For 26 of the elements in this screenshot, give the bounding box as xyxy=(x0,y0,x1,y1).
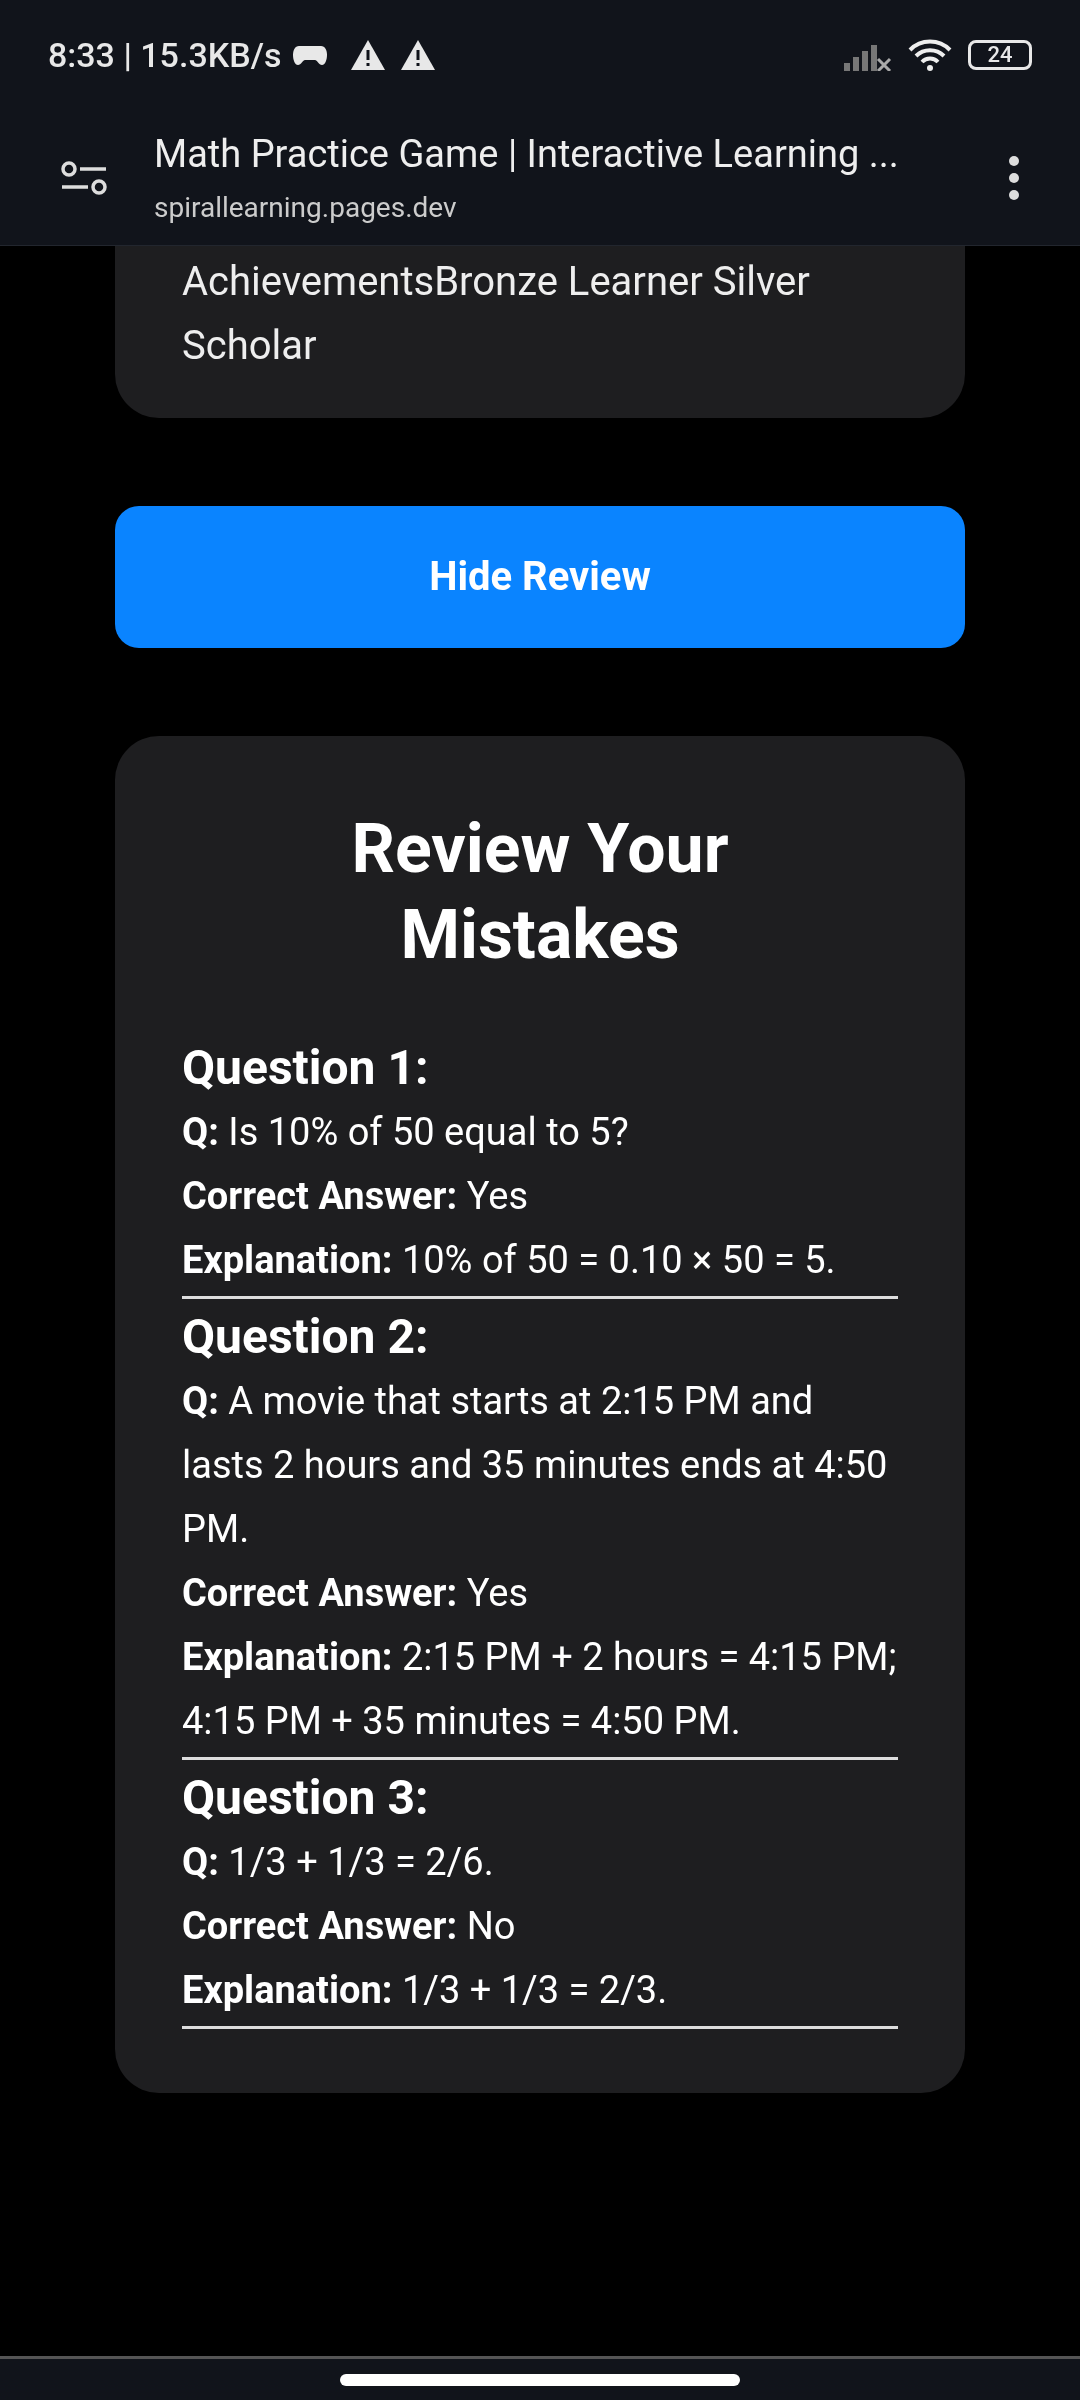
page-title: Math Practice Game | Interactive Learning ... xyxy=(154,131,900,178)
warning-icon xyxy=(351,40,386,70)
question-heading: Question 2: xyxy=(182,1307,430,1367)
correct-answer-text: Correct Answer: Yes xyxy=(182,1570,530,1617)
question-heading: Question 1: xyxy=(182,1038,430,1098)
question-heading: Question 3: xyxy=(182,1768,430,1828)
question-text: Q: A movie that starts at 2:15 PM and lasts 2 hours and 35 minutes ends at 4:50 PM. xyxy=(182,1378,889,1553)
question-text: Q: 1/3 + 1/3 = 2/6. xyxy=(182,1839,495,1886)
explanation-text: Explanation: 1/3 + 1/3 = 2/3. xyxy=(182,1967,669,2014)
more-menu-icon[interactable] xyxy=(1008,154,1020,201)
review-title: Review Your Mistakes xyxy=(350,808,730,977)
question-text: Q: Is 10% of 50 equal to 5? xyxy=(182,1109,630,1156)
page-url: spirallearning.pages.dev xyxy=(154,190,458,226)
home-indicator[interactable] xyxy=(340,2373,740,2386)
warning-icon xyxy=(401,40,436,70)
battery-icon: 24 xyxy=(968,40,1032,70)
wifi-icon xyxy=(908,38,952,72)
correct-answer-text: Correct Answer: No xyxy=(182,1903,517,1950)
gamepad-icon xyxy=(293,44,328,66)
site-settings-icon[interactable] xyxy=(60,159,108,196)
explanation-text: Explanation: 10% of 50 = 0.10 × 50 = 5. xyxy=(182,1237,837,1284)
correct-answer-text: Correct Answer: Yes xyxy=(182,1173,530,1220)
explanation-text: Explanation: 2:15 PM + 2 hours = 4:15 PM; 4:15 PM + 35 minutes = 4:50 PM. xyxy=(182,1634,898,1745)
achievements-text: AchievementsBronze Learner Silver Scholar xyxy=(182,257,811,371)
hide-review-button[interactable]: Hide Review xyxy=(115,506,965,648)
status-time: 8:33 | 15.3KB/s xyxy=(48,33,282,77)
